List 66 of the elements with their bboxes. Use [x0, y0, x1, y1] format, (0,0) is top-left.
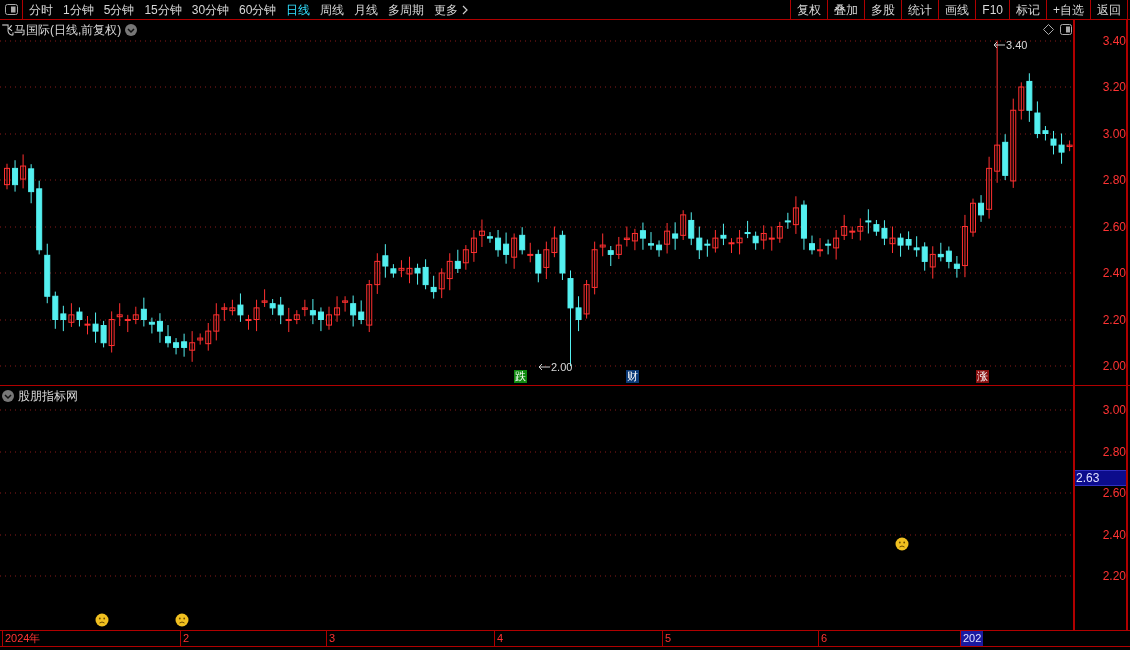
toolbar-button[interactable]: 复权 — [790, 0, 828, 19]
period-tab[interactable]: 30分钟 — [191, 0, 230, 19]
candlestick — [4, 163, 10, 190]
emoji-icon — [895, 537, 909, 551]
dropdown-icon[interactable] — [2, 390, 14, 402]
axis-label: 2.60 — [1101, 220, 1126, 234]
axis-label: 3.00 — [1101, 403, 1126, 417]
period-tab[interactable]: 更多 — [434, 0, 469, 19]
period-tab[interactable]: 周线 — [320, 0, 345, 19]
period-tab[interactable]: 日线 — [286, 0, 311, 19]
arrow-left-icon — [993, 41, 1005, 49]
period-tab[interactable]: 月线 — [354, 0, 379, 19]
arrow-left-icon — [538, 363, 550, 371]
date-label: 4 — [494, 631, 504, 646]
event-marker[interactable]: 财 — [626, 370, 639, 383]
candlestick — [809, 235, 815, 255]
emoji-icon — [175, 613, 189, 627]
candlestick — [648, 231, 654, 251]
period-tab[interactable]: 60分钟 — [239, 0, 277, 19]
axis-label: 2.20 — [1101, 313, 1126, 327]
candlestick — [970, 198, 976, 238]
period-tab[interactable]: 15分钟 — [144, 0, 182, 19]
toolbar-button[interactable]: 画线 — [938, 0, 976, 19]
price-annotation: 2.00 — [551, 360, 573, 374]
axis-label: 2.60 — [1101, 486, 1126, 500]
date-label: 202 — [960, 631, 984, 646]
period-tab[interactable]: 分时 — [29, 0, 53, 19]
toolbar-button[interactable]: 统计 — [901, 0, 939, 19]
candlestick — [165, 324, 171, 348]
axis-label: 2.00 — [1101, 359, 1126, 373]
period-tab[interactable]: 5分钟 — [103, 0, 135, 19]
panel-icon — [4, 4, 18, 15]
dropdown-icon[interactable] — [125, 24, 138, 36]
period-tab[interactable]: 多周期 — [388, 0, 425, 19]
panel-icon — [1060, 24, 1072, 35]
date-label: 3 — [326, 631, 336, 646]
chevron-right-icon — [462, 4, 469, 15]
date-label: 6 — [818, 631, 828, 646]
axis-label: 3.40 — [1101, 34, 1126, 48]
toolbar-button[interactable]: F10 — [975, 0, 1009, 19]
axis-label: 2.40 — [1101, 266, 1126, 280]
date-label: 5 — [662, 631, 672, 646]
date-label: 2 — [180, 631, 190, 646]
axis-label: 2.80 — [1101, 173, 1126, 187]
axis-label: 2.40 — [1101, 528, 1126, 542]
event-marker[interactable]: 涨 — [976, 370, 989, 383]
toolbar-button[interactable]: 多股 — [864, 0, 902, 19]
candlestick — [487, 231, 493, 244]
period-tab[interactable]: 1分钟 — [63, 0, 94, 19]
axis-label: 2.20 — [1101, 569, 1126, 583]
candlestick — [326, 306, 332, 331]
axis-label: 3.20 — [1101, 80, 1126, 94]
toolbar-button[interactable]: +自选 — [1046, 0, 1090, 19]
axis-label: 3.00 — [1101, 127, 1126, 141]
diamond-icon — [1043, 24, 1054, 35]
toolbar-button[interactable]: 返回 — [1090, 0, 1128, 19]
axis-label: 2.80 — [1101, 445, 1126, 459]
chart-title: 飞马国际(日线,前复权) — [2, 22, 122, 39]
indicator-title: 股朋指标网 — [18, 388, 78, 405]
date-label: 2024年 — [2, 631, 41, 646]
price-annotation: 3.40 — [1006, 38, 1028, 52]
toolbar-button[interactable]: 叠加 — [827, 0, 865, 19]
current-value-label: 2.63 — [1075, 470, 1126, 486]
emoji-icon — [95, 613, 109, 627]
event-marker[interactable]: 跌 — [514, 370, 527, 383]
toolbar-button[interactable]: 标记 — [1009, 0, 1046, 19]
